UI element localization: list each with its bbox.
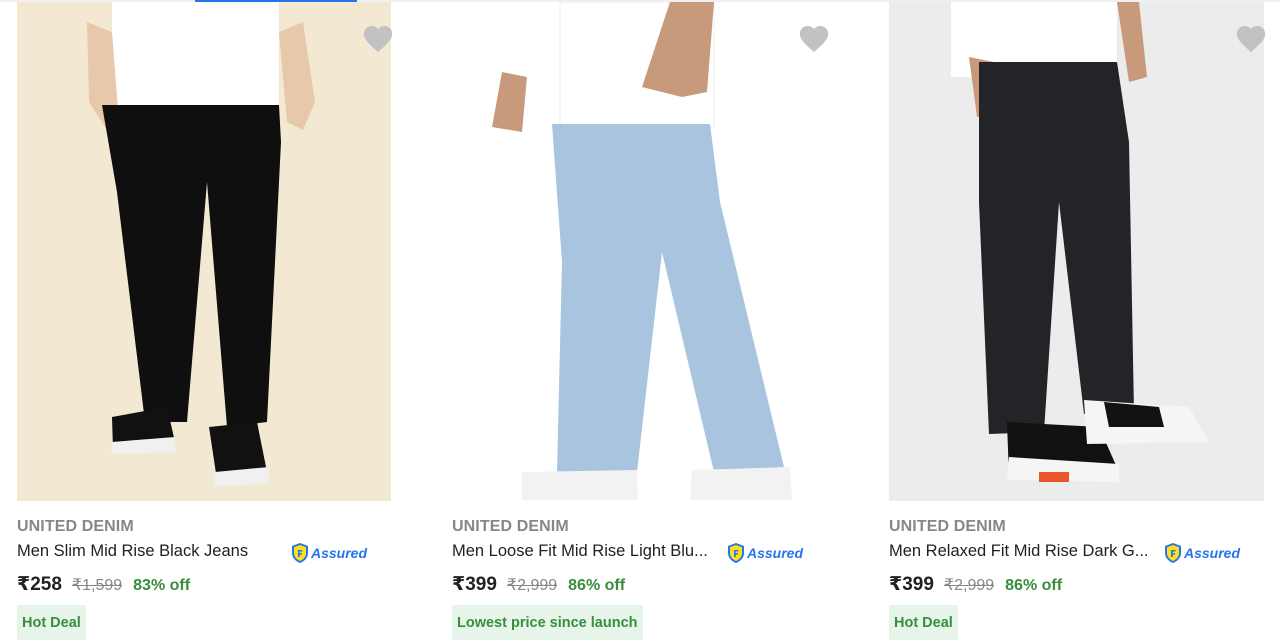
discount-percent: 86% off — [1005, 577, 1063, 594]
assured-label: Assured — [747, 545, 804, 561]
deal-tag: Hot Deal — [889, 605, 958, 640]
assured-badge[interactable]: Assured — [1163, 542, 1240, 564]
assured-badge-icon — [292, 543, 308, 563]
original-price: ₹2,999 — [506, 577, 558, 594]
product-card[interactable]: UNITED DENIM Men Relaxed Fit Mid Rise Da… — [889, 0, 1280, 643]
assured-badge[interactable]: Assured — [726, 542, 803, 564]
assured-badge-icon — [1165, 543, 1181, 563]
assured-badge[interactable]: Assured — [290, 542, 367, 564]
selling-price: ₹258 — [17, 574, 62, 595]
product-photo-dark-grey-jeans — [889, 2, 1264, 501]
product-title[interactable]: Men Slim Mid Rise Black Jeans — [17, 542, 248, 561]
product-image[interactable] — [889, 2, 1264, 501]
heart-icon — [1236, 25, 1266, 53]
price-row: ₹399 ₹2,999 86% off — [889, 573, 1062, 596]
deal-tag: Lowest price since launch — [452, 605, 643, 640]
selling-price: ₹399 — [452, 574, 497, 595]
wishlist-button[interactable] — [1234, 22, 1268, 54]
original-price: ₹1,599 — [71, 577, 123, 594]
product-brand: UNITED DENIM — [889, 518, 1006, 535]
product-photo-black-jeans — [17, 2, 391, 501]
product-brand: UNITED DENIM — [452, 518, 569, 535]
heart-icon — [799, 25, 829, 53]
product-photo-light-blue-jeans — [452, 2, 826, 501]
product-card[interactable]: UNITED DENIM Men Loose Fit Mid Rise Ligh… — [452, 0, 872, 643]
product-brand: UNITED DENIM — [17, 518, 134, 535]
assured-badge-icon — [728, 543, 744, 563]
product-title[interactable]: Men Relaxed Fit Mid Rise Dark G... — [889, 542, 1149, 561]
wishlist-button[interactable] — [361, 22, 395, 54]
product-image[interactable] — [17, 2, 391, 501]
price-row: ₹258 ₹1,599 83% off — [17, 573, 190, 596]
original-price: ₹2,999 — [943, 577, 995, 594]
product-title[interactable]: Men Loose Fit Mid Rise Light Blu... — [452, 542, 708, 561]
assured-label: Assured — [1184, 545, 1241, 561]
assured-label: Assured — [311, 545, 368, 561]
price-row: ₹399 ₹2,999 86% off — [452, 573, 625, 596]
deal-tag: Hot Deal — [17, 605, 86, 640]
selling-price: ₹399 — [889, 574, 934, 595]
heart-icon — [363, 25, 393, 53]
product-image[interactable] — [452, 2, 826, 501]
wishlist-button[interactable] — [797, 22, 831, 54]
product-grid: UNITED DENIM Men Slim Mid Rise Black Jea… — [0, 0, 1280, 643]
product-card[interactable]: UNITED DENIM Men Slim Mid Rise Black Jea… — [17, 0, 437, 643]
discount-percent: 86% off — [568, 577, 626, 594]
discount-percent: 83% off — [133, 577, 191, 594]
